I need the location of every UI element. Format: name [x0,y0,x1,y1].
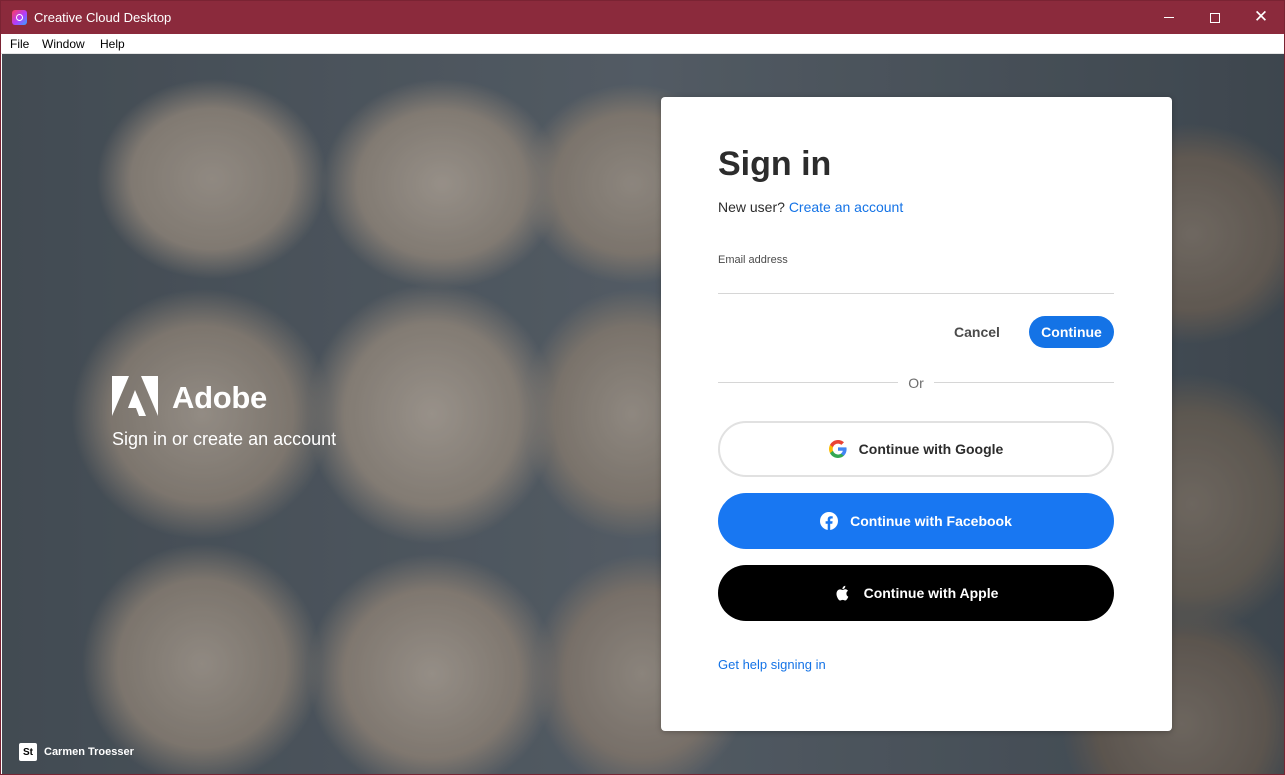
continue-with-facebook-button[interactable]: Continue with Facebook [718,493,1114,549]
signin-card: Sign in New user? Create an account Emai… [661,97,1172,731]
continue-button[interactable]: Continue [1029,316,1114,348]
divider-left [718,382,898,383]
app-window: Creative Cloud Desktop ✕ File Window Hel… [0,0,1285,775]
window-title: Creative Cloud Desktop [34,10,172,25]
new-user-line: New user? Create an account [718,199,903,215]
signin-title: Sign in [718,145,832,183]
content-area: Adobe Sign in or create an account St Ca… [2,54,1284,774]
divider-right [934,382,1114,383]
continue-with-apple-button[interactable]: Continue with Apple [718,565,1114,621]
stock-badge-icon: St [19,743,37,761]
maximize-icon [1210,12,1220,23]
photo-credit-name[interactable]: Carmen Troesser [44,746,134,758]
facebook-button-label: Continue with Facebook [850,513,1012,529]
menu-bar: File Window Help [1,34,1284,54]
apple-button-label: Continue with Apple [863,585,999,601]
or-separator: Or [908,375,924,391]
facebook-icon [820,512,839,530]
cancel-button[interactable]: Cancel [941,316,1013,348]
new-user-prefix: New user? [718,199,785,215]
google-icon [828,440,847,458]
minimize-icon [1164,17,1174,18]
email-label: Email address [718,254,788,266]
close-icon: ✕ [1253,7,1269,27]
adobe-wordmark: Adobe [172,380,267,415]
adobe-logo-icon [112,376,158,416]
email-field[interactable] [718,270,1114,294]
minimize-button[interactable] [1146,1,1192,34]
apple-icon [836,585,848,601]
get-help-link[interactable]: Get help signing in [718,657,826,672]
brand-subtitle: Sign in or create an account [112,429,337,449]
menu-file[interactable]: File [10,37,29,51]
menu-window[interactable]: Window [42,37,85,51]
creative-cloud-icon [12,10,27,25]
title-bar[interactable]: Creative Cloud Desktop ✕ [1,1,1284,34]
create-account-link[interactable]: Create an account [789,199,903,215]
google-button-label: Continue with Google [858,441,1004,457]
maximize-button[interactable] [1192,1,1238,34]
menu-help[interactable]: Help [100,37,125,51]
continue-with-google-button[interactable]: Continue with Google [718,421,1114,477]
close-button[interactable]: ✕ [1238,1,1284,34]
